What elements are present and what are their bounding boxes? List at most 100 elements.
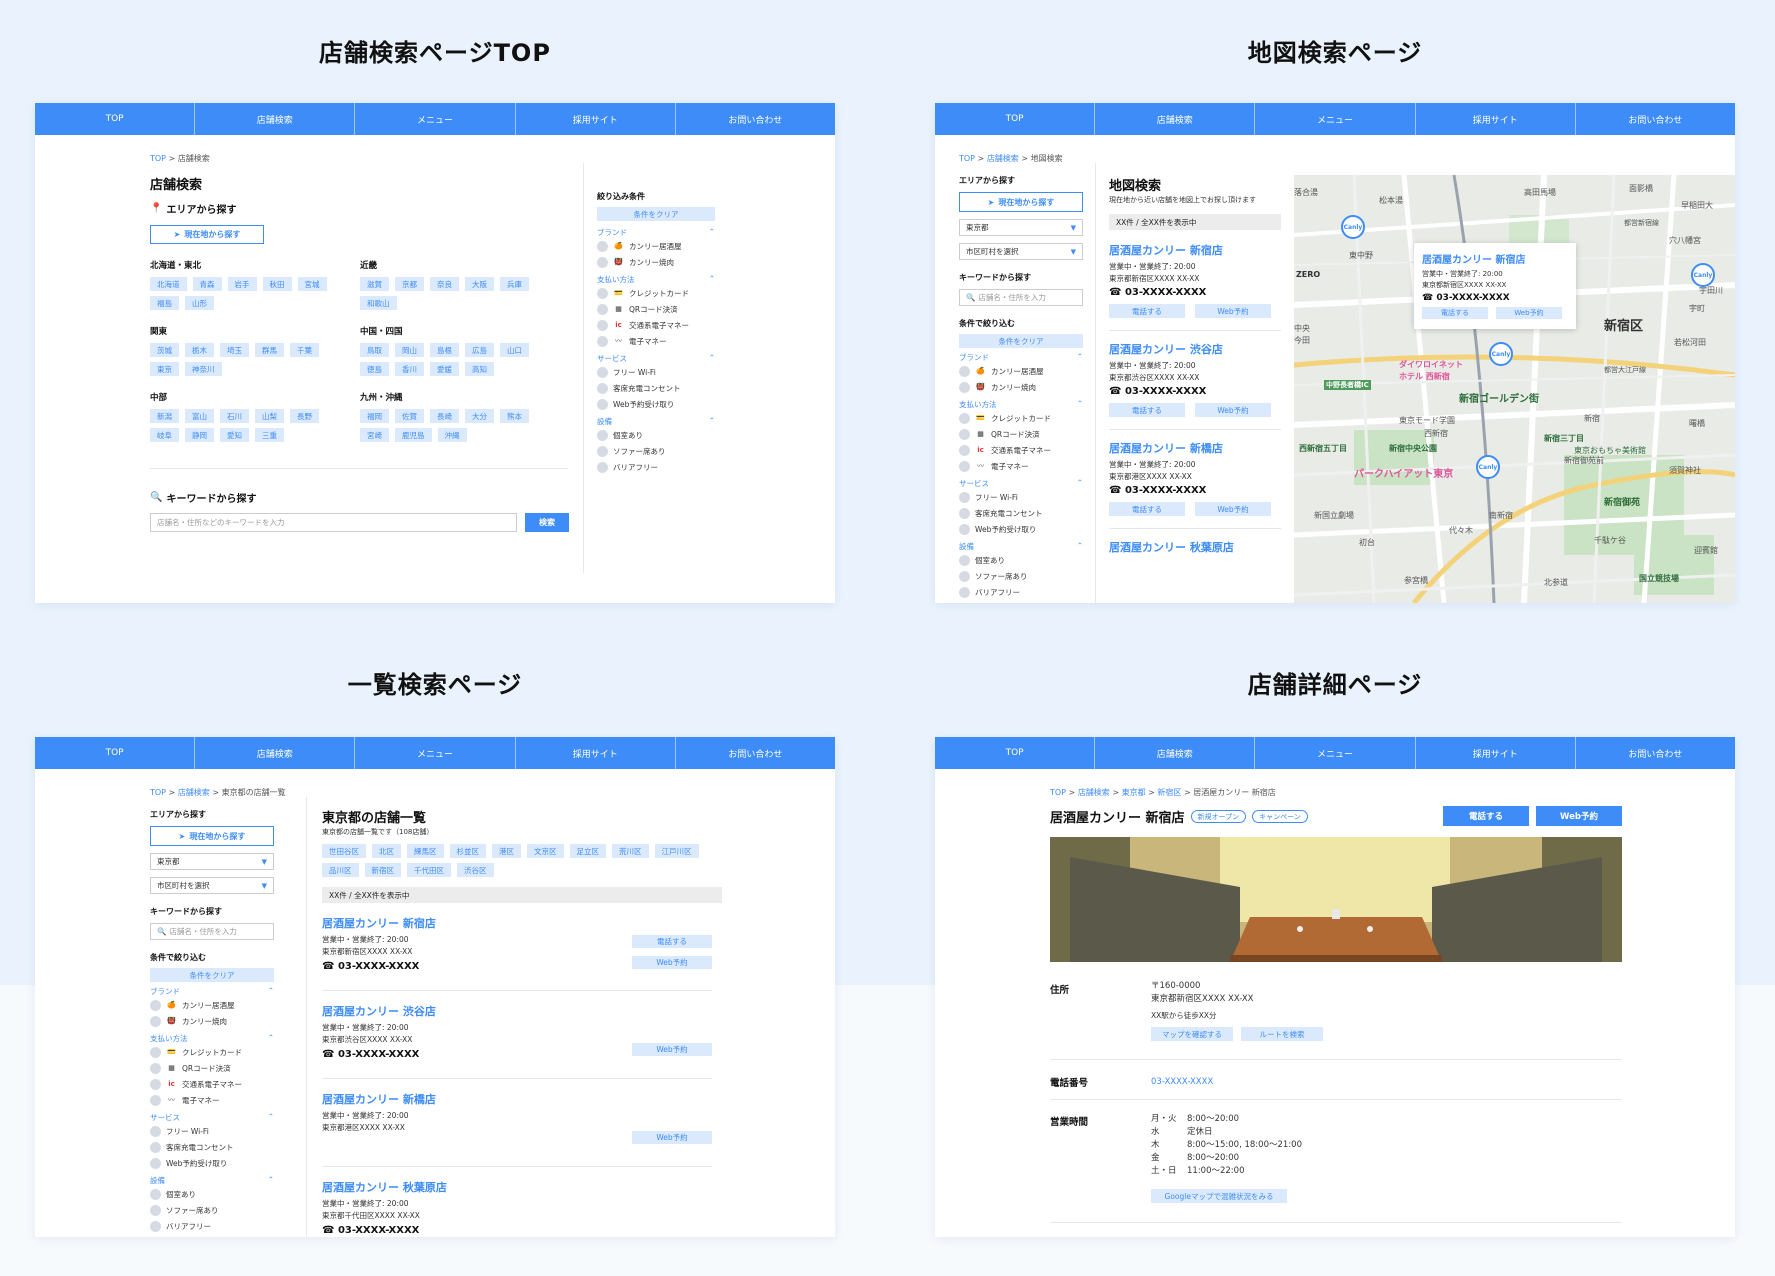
filter-option[interactable]: バリアフリー xyxy=(150,1218,274,1234)
popup-call-button[interactable]: 電話する xyxy=(1422,307,1488,319)
nav-store-search[interactable]: 店舗検索 xyxy=(1095,737,1256,769)
filter-option[interactable]: フリー Wi-Fi xyxy=(597,364,715,380)
chevron-up-icon[interactable]: ⌃ xyxy=(1077,352,1083,363)
prefecture-tag[interactable]: 青森 xyxy=(192,277,222,291)
filter-option[interactable]: 客席充電コンセント xyxy=(150,1139,274,1155)
prefecture-tag[interactable]: 佐賀 xyxy=(395,409,424,423)
filter-option[interactable]: 💳 クレジットカード xyxy=(597,285,715,301)
prefecture-tag[interactable]: 滋賀 xyxy=(360,277,389,291)
filter-option[interactable]: ソファー席あり xyxy=(959,568,1083,584)
nav-contact[interactable]: お問い合わせ xyxy=(1576,103,1735,135)
checkbox[interactable] xyxy=(959,365,970,377)
checkbox[interactable] xyxy=(597,287,608,299)
filter-category-brand[interactable]: ブランド ⌃ xyxy=(150,986,274,997)
store-name-link[interactable]: 居酒屋カンリー 渋谷店 xyxy=(1109,341,1281,357)
crumb-city[interactable]: 新宿区 xyxy=(1157,788,1181,797)
filter-option[interactable]: 個室あり xyxy=(959,552,1083,568)
filter-option[interactable]: バリアフリー xyxy=(597,459,715,475)
filter-option[interactable]: ▦ QRコード決済 xyxy=(150,1060,274,1076)
prefecture-tag[interactable]: 群馬 xyxy=(255,343,284,357)
web-reserve-button[interactable]: Web予約 xyxy=(632,1131,712,1144)
web-reserve-button[interactable]: Web予約 xyxy=(1195,502,1271,516)
filter-option[interactable]: 🍊 カンリー居酒屋 xyxy=(597,238,715,254)
checkbox[interactable] xyxy=(597,366,608,378)
filter-option[interactable]: 〰電子マネー xyxy=(597,333,715,349)
checkbox[interactable] xyxy=(597,319,608,331)
prefecture-tag[interactable]: 富山 xyxy=(185,409,214,423)
prefecture-tag[interactable]: 兵庫 xyxy=(500,277,529,291)
store-pin[interactable]: Canly xyxy=(1341,215,1365,239)
tel-link[interactable]: 03-XXXX-XXXX xyxy=(1151,1076,1213,1089)
ward-tag[interactable]: 杉並区 xyxy=(449,844,486,858)
checkbox[interactable] xyxy=(150,1078,161,1090)
filter-option[interactable]: 〰電子マネー xyxy=(150,1092,274,1108)
checkbox[interactable] xyxy=(597,398,608,410)
prefecture-tag[interactable]: 静岡 xyxy=(185,428,214,442)
keyword-input[interactable]: 🔍 店舗名・住所を入力 xyxy=(959,289,1083,306)
checkbox[interactable] xyxy=(597,429,608,441)
checkbox[interactable] xyxy=(959,507,970,519)
prefecture-tag[interactable]: 茨城 xyxy=(150,343,179,357)
checkbox[interactable] xyxy=(150,1204,161,1216)
prefecture-tag[interactable]: 愛知 xyxy=(220,428,249,442)
prefecture-tag[interactable]: 和歌山 xyxy=(360,296,397,310)
filter-option[interactable]: Web予約受け取り xyxy=(597,396,715,412)
ward-tag[interactable]: 足立区 xyxy=(569,844,606,858)
nav-menu[interactable]: メニュー xyxy=(1255,737,1416,769)
keyword-input[interactable]: 店舗名・住所などのキーワードを入力 xyxy=(150,513,517,532)
filter-option[interactable]: フリー Wi-Fi xyxy=(150,1123,274,1139)
nav-recruit[interactable]: 採用サイト xyxy=(516,737,676,769)
prefecture-tag[interactable]: 北海道 xyxy=(150,277,187,291)
ward-tag[interactable]: 品川区 xyxy=(322,863,359,877)
prefecture-tag[interactable]: 奈良 xyxy=(430,277,459,291)
ward-tag[interactable]: 港区 xyxy=(492,844,521,858)
ward-tag[interactable]: 渋谷区 xyxy=(457,863,494,877)
prefecture-tag[interactable]: 秋田 xyxy=(262,277,292,291)
prefecture-tag[interactable]: 大分 xyxy=(465,409,494,423)
prefecture-tag[interactable]: 東京 xyxy=(150,362,179,376)
filter-category-service[interactable]: サービス ⌃ xyxy=(959,478,1083,489)
chevron-up-icon[interactable]: ⌃ xyxy=(268,1112,274,1123)
nav-menu[interactable]: メニュー xyxy=(1255,103,1416,135)
crowd-status-button[interactable]: Googleマップで混雑状況をみる xyxy=(1151,1189,1287,1203)
checkbox[interactable] xyxy=(597,303,608,315)
filter-category-service[interactable]: サービス ⌃ xyxy=(597,353,715,364)
prefecture-select[interactable]: 東京都 ▼ xyxy=(150,853,274,870)
filter-option[interactable]: バリアフリー xyxy=(959,584,1083,600)
checkbox[interactable] xyxy=(959,381,970,393)
crumb-search[interactable]: 店舗検索 xyxy=(987,154,1019,163)
clear-filter-button[interactable]: 条件をクリア xyxy=(959,334,1083,348)
filter-category-service[interactable]: サービス ⌃ xyxy=(150,1112,274,1123)
prefecture-tag[interactable]: 宮崎 xyxy=(360,428,389,442)
prefecture-tag[interactable]: 島根 xyxy=(430,343,459,357)
checkbox[interactable] xyxy=(959,570,970,582)
call-button[interactable]: 電話する xyxy=(1109,304,1185,318)
prefecture-tag[interactable]: 山形 xyxy=(185,296,214,310)
checkbox[interactable] xyxy=(597,256,608,268)
filter-option[interactable]: Web予約受け取り xyxy=(959,521,1083,537)
nav-top[interactable]: TOP xyxy=(35,737,196,769)
prefecture-tag[interactable]: 長崎 xyxy=(430,409,459,423)
chevron-up-icon[interactable]: ⌃ xyxy=(268,986,274,997)
current-location-button[interactable]: ➤ 現在地から探す xyxy=(150,225,264,244)
store-name-link[interactable]: 居酒屋カンリー 秋葉原店 xyxy=(1109,539,1281,555)
chevron-up-icon[interactable]: ⌃ xyxy=(1077,399,1083,410)
filter-option[interactable]: 客席充電コンセント xyxy=(597,380,715,396)
crumb-top[interactable]: TOP xyxy=(150,154,166,163)
prefecture-tag[interactable]: 香川 xyxy=(395,362,424,376)
nav-recruit[interactable]: 採用サイト xyxy=(1416,737,1576,769)
crumb-top[interactable]: TOP xyxy=(150,788,166,797)
checkbox[interactable] xyxy=(959,428,970,440)
checkbox[interactable] xyxy=(597,240,608,252)
ward-tag[interactable]: 文京区 xyxy=(527,844,564,858)
store-pin[interactable]: Canly xyxy=(1489,342,1513,366)
chevron-up-icon[interactable]: ⌃ xyxy=(709,227,715,238)
ward-tag[interactable]: 世田谷区 xyxy=(322,844,366,858)
nav-top[interactable]: TOP xyxy=(35,103,196,135)
clear-filter-button[interactable]: 条件をクリア xyxy=(150,968,274,982)
nav-store-search[interactable]: 店舗検索 xyxy=(195,737,356,769)
filter-category-payment[interactable]: 支払い方法 ⌃ xyxy=(150,1033,274,1044)
map-check-button[interactable]: マップを確認する xyxy=(1151,1027,1233,1041)
ward-tag[interactable]: 千代田区 xyxy=(407,863,451,877)
checkbox[interactable] xyxy=(959,412,970,424)
